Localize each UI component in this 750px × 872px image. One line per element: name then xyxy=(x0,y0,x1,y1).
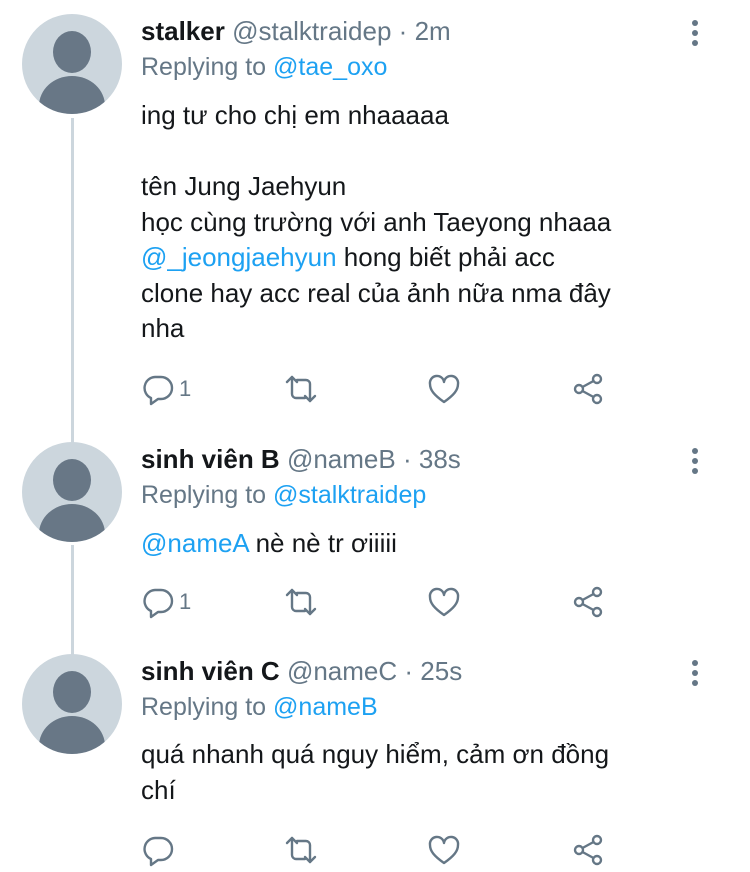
text-fragment: nè nè tr ơiiiii xyxy=(248,528,397,558)
share-button[interactable] xyxy=(571,372,605,406)
replying-prefix: Replying to xyxy=(141,693,267,721)
replying-prefix: Replying to xyxy=(141,53,267,81)
timestamp[interactable]: 2m xyxy=(415,16,451,46)
text-line: clone hay acc real của ảnh nữa nma đây xyxy=(141,277,611,308)
replying-mention[interactable]: @tae_oxo xyxy=(273,53,387,81)
share-button[interactable] xyxy=(571,585,605,619)
reply-icon xyxy=(143,588,174,619)
avatar[interactable] xyxy=(22,442,122,542)
retweet-button[interactable] xyxy=(284,585,318,619)
retweet-button[interactable] xyxy=(284,372,318,406)
replying-to: Replying to @nameB xyxy=(141,690,378,724)
author-name[interactable]: stalker xyxy=(141,16,225,46)
author-handle[interactable]: @stalktraidep xyxy=(232,16,391,46)
tweet-text: quá nhanh quá nguy hiểm, cảm ơn đồng chí xyxy=(141,737,721,808)
heart-icon xyxy=(428,587,460,617)
tweet-text: ing tư cho chị em nhaaaaa tên Jung Jaehy… xyxy=(141,98,721,347)
tweet-header: sinh viên B @nameB · 38s xyxy=(141,442,461,476)
text-line: @nameA nè nè tr ơiiiii xyxy=(141,526,721,562)
action-bar xyxy=(141,833,621,867)
text-fragment: hong biết phải acc xyxy=(336,242,555,272)
retweet-icon xyxy=(285,588,317,616)
action-bar: 1 xyxy=(141,372,621,406)
retweet-icon xyxy=(285,836,317,864)
share-icon xyxy=(573,373,603,405)
text-line: học cùng trường với anh Taeyong nhaaa xyxy=(141,206,612,237)
heart-icon xyxy=(428,835,460,865)
like-button[interactable] xyxy=(427,372,461,406)
tweet-header: sinh viên C @nameC · 25s xyxy=(141,654,462,688)
author-name[interactable]: sinh viên B xyxy=(141,444,280,474)
like-button[interactable] xyxy=(427,585,461,619)
reply-icon xyxy=(143,836,174,867)
replying-mention[interactable]: @nameB xyxy=(273,693,378,721)
mention-link[interactable]: @nameA xyxy=(141,528,248,558)
retweet-icon xyxy=(285,375,317,403)
avatar[interactable] xyxy=(22,654,122,754)
share-button[interactable] xyxy=(571,833,605,867)
more-vertical-icon[interactable] xyxy=(688,448,702,478)
action-bar: 1 xyxy=(141,585,621,619)
author-name[interactable]: sinh viên C xyxy=(141,656,280,686)
separator: · xyxy=(404,656,414,686)
reply-button[interactable] xyxy=(141,833,175,867)
tweet-header: stalker @stalktraidep · 2m xyxy=(141,14,451,48)
text-line: ing tư cho chị em nhaaaaa xyxy=(141,100,449,130)
reply-button[interactable]: 1 xyxy=(141,372,191,406)
text-line: tên Jung Jaehyun xyxy=(141,171,347,201)
reply-count: 1 xyxy=(179,376,192,401)
replying-to: Replying to @stalktraidep xyxy=(141,478,426,512)
retweet-button[interactable] xyxy=(284,833,318,867)
share-icon xyxy=(573,586,603,618)
tweet[interactable]: sinh viên B @nameB · 38s Replying to @st… xyxy=(0,428,750,642)
timestamp[interactable]: 38s xyxy=(419,444,461,474)
tweet-text: @nameA nè nè tr ơiiiii xyxy=(141,526,721,562)
replying-to: Replying to @tae_oxo xyxy=(141,50,387,84)
text-line: quá nhanh quá nguy hiểm, cảm ơn đồng xyxy=(141,739,610,769)
tweet[interactable]: stalker @stalktraidep · 2m Replying to @… xyxy=(0,0,750,430)
author-handle[interactable]: @nameC xyxy=(287,656,397,686)
timestamp[interactable]: 25s xyxy=(420,656,462,686)
text-line: nha xyxy=(141,313,185,343)
author-handle[interactable]: @nameB xyxy=(287,444,396,474)
more-vertical-icon[interactable] xyxy=(688,660,702,690)
reply-count: 1 xyxy=(179,589,192,614)
text-line: chí xyxy=(141,774,176,805)
like-button[interactable] xyxy=(427,833,461,867)
separator: · xyxy=(402,444,412,474)
avatar[interactable] xyxy=(22,14,122,114)
reply-icon xyxy=(143,375,174,406)
separator: · xyxy=(398,16,408,46)
heart-icon xyxy=(428,374,460,404)
share-icon xyxy=(573,834,603,866)
text-line: @_jeongjaehyun hong biết phải acc xyxy=(141,240,721,276)
more-vertical-icon[interactable] xyxy=(688,20,702,50)
tweet[interactable]: sinh viên C @nameC · 25s Replying to @na… xyxy=(0,640,750,872)
replying-prefix: Replying to xyxy=(141,481,267,509)
replying-mention[interactable]: @stalktraidep xyxy=(273,481,426,509)
reply-button[interactable]: 1 xyxy=(141,585,191,619)
mention-link[interactable]: @_jeongjaehyun xyxy=(141,242,337,272)
